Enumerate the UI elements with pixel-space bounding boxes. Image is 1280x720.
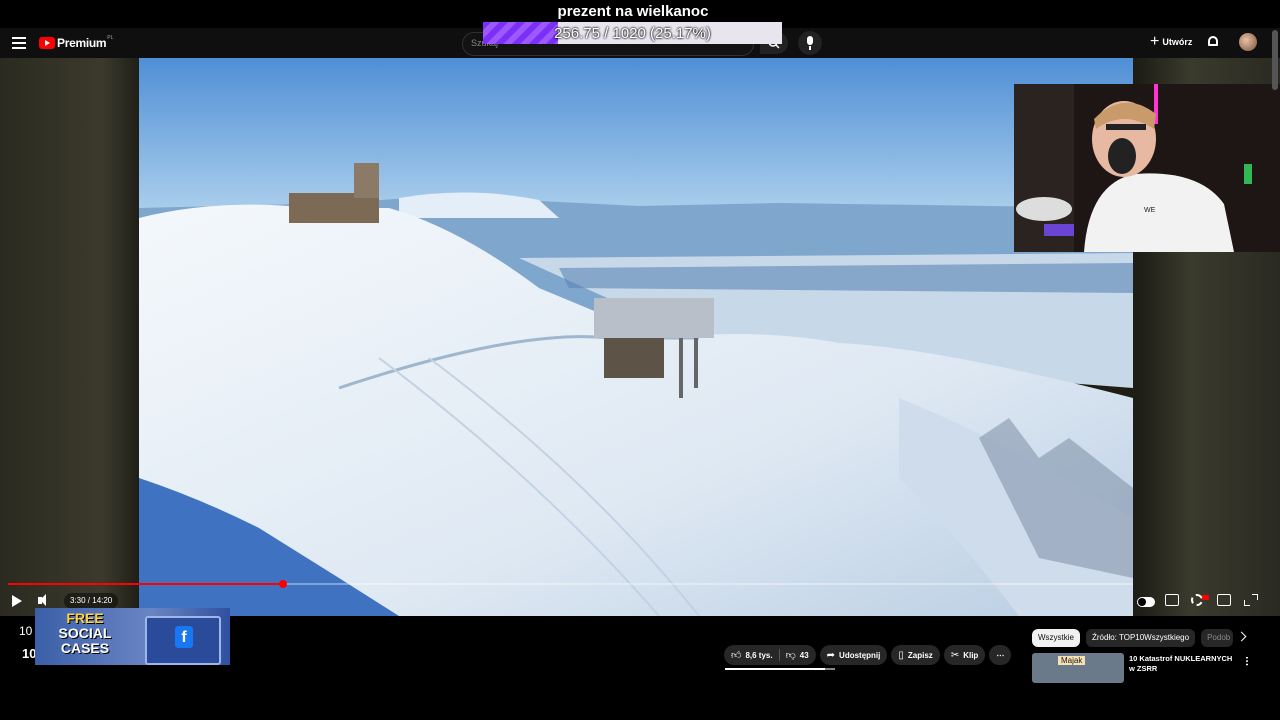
thumbs-up-icon: 👍︎ [731, 650, 742, 661]
video-frame[interactable] [139, 58, 1133, 616]
thumbs-down-icon: 👎︎ [785, 650, 796, 661]
brand-name: Premium [57, 36, 107, 50]
save-label: Zapisz [907, 650, 933, 660]
share-label: Udostępnij [839, 650, 881, 660]
like-ratio-bar [725, 668, 835, 670]
video-progress-bar[interactable] [8, 580, 1133, 588]
video-scrubber-handle[interactable] [278, 580, 287, 588]
notifications-bell-icon[interactable] [1208, 36, 1218, 46]
donation-progress-text: 256.75 / 1020 (25.17%) [554, 25, 711, 42]
autoplay-toggle[interactable] [1137, 597, 1155, 607]
subtitles-icon[interactable] [1165, 594, 1179, 606]
recommended-thumbnail-tag: Majak [1058, 656, 1086, 665]
more-icon: ⋯ [996, 650, 1005, 660]
more-actions-button[interactable]: ⋯ [989, 645, 1012, 665]
voice-search-mic-icon[interactable] [798, 31, 822, 55]
plus-icon: + [1150, 33, 1160, 50]
like-ratio-fill [725, 668, 825, 670]
video-actions: 👍︎ 8,6 tys. 👎︎ 43 ➦ Udostępnij ▯ Zapisz … [724, 645, 1012, 665]
volume-icon[interactable] [38, 593, 52, 609]
fullscreen-icon[interactable] [1244, 594, 1258, 606]
dislike-count: 43 [799, 650, 809, 660]
svg-text:WE: WE [1144, 207, 1156, 214]
video-progress-played [8, 583, 283, 585]
ad-line-cases: CASES [60, 640, 110, 656]
bookmark-icon: ▯ [898, 649, 904, 661]
donation-title: prezent na wielkanoc [557, 3, 709, 20]
recommended-more-icon[interactable] [1246, 656, 1248, 666]
donation-progress-bar: 256.75 / 1020 (25.17%) [483, 22, 782, 44]
scissors-icon: ✂ [950, 649, 960, 661]
ad-line-free: FREE [66, 610, 104, 626]
hamburger-menu-icon[interactable] [12, 37, 26, 49]
ad-headline: FREE SOCIAL CASES [45, 611, 125, 656]
video-time-display: 3:30 / 14:20 [64, 593, 119, 609]
create-label: Utwórz [1162, 37, 1193, 47]
streamer-webcam-overlay: WE [1014, 84, 1280, 252]
miniplayer-icon[interactable] [1217, 594, 1231, 606]
ad-line-social: SOCIAL [58, 625, 112, 641]
related-filter-chips: Wszystkie Źródło: TOP10Wszystkiego Podob [1032, 629, 1234, 647]
like-divider [778, 649, 780, 661]
webcam-image: WE [1014, 84, 1280, 252]
account-avatar[interactable] [1239, 33, 1257, 51]
youtube-play-logo-icon [39, 37, 55, 49]
save-button[interactable]: ▯ Zapisz [891, 645, 940, 665]
like-count: 8,6 tys. [745, 650, 773, 660]
hd-badge-icon [1202, 595, 1209, 600]
mountain-video-image [139, 58, 1133, 616]
facebook-logo-icon: f [175, 626, 193, 648]
brand-region: PL [107, 35, 114, 41]
like-dislike-button[interactable]: 👍︎ 8,6 tys. 👎︎ 43 [724, 645, 816, 665]
subscriber-count: 10 [19, 624, 33, 638]
share-button[interactable]: ➦ Udostępnij [819, 645, 888, 665]
chip-all[interactable]: Wszystkie [1032, 629, 1080, 647]
chip-source[interactable]: Źródło: TOP10Wszystkiego [1086, 629, 1196, 647]
play-icon[interactable] [12, 595, 22, 607]
youtube-premium-logo[interactable]: Premium PL [39, 35, 113, 51]
share-icon: ➦ [826, 649, 836, 661]
chip-similar[interactable]: Podob [1201, 629, 1234, 647]
recommended-video-title[interactable]: 10 Katastrof NUKLEARNYCH w ZSRR [1129, 654, 1239, 674]
create-button[interactable]: + Utwórz [1150, 33, 1193, 50]
recommended-video-thumbnail[interactable]: Majak [1032, 653, 1124, 683]
clip-button[interactable]: ✂ Klip [943, 645, 986, 665]
clip-label: Klip [963, 650, 979, 660]
page-scrollbar[interactable] [1272, 30, 1278, 90]
free-social-cases-ad[interactable]: FREE SOCIAL CASES f [35, 608, 230, 665]
